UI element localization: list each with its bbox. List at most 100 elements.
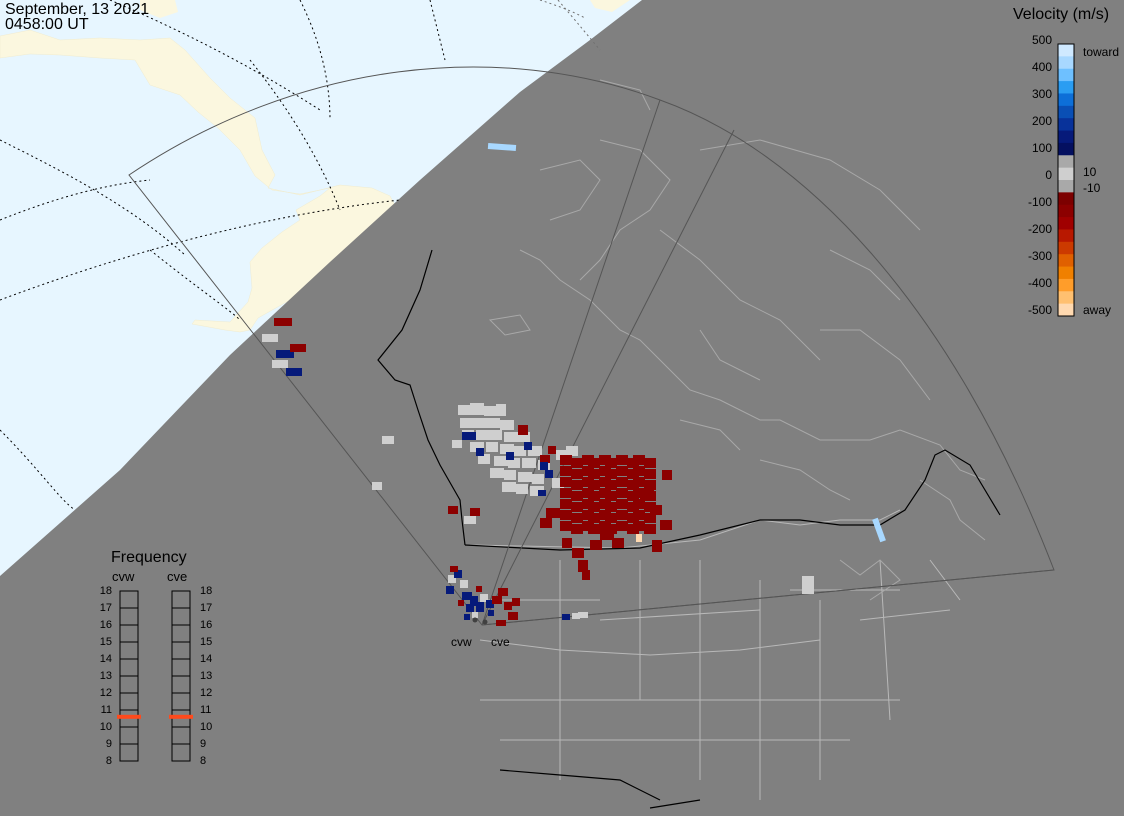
radar-cell [290, 344, 306, 352]
colorbar-label-toward: toward [1083, 45, 1120, 59]
radar-cell [616, 510, 628, 520]
colorbar-label-away: away [1083, 303, 1112, 317]
radar-cell [476, 602, 484, 612]
frequency-marker-cvw [117, 714, 141, 719]
radar-cell [464, 614, 470, 620]
radar-cell [382, 438, 392, 444]
radar-cell [496, 404, 506, 416]
colorbar-segment [1058, 266, 1074, 280]
radar-cell [616, 477, 628, 487]
radar-cell [616, 521, 628, 531]
frequency-marker-cve [169, 714, 193, 719]
radar-cell [474, 418, 486, 428]
radar-cell [504, 432, 518, 442]
radar-cell [450, 566, 458, 572]
colorbar-segment [1058, 68, 1074, 82]
radar-cell [588, 524, 600, 534]
radar-cell [532, 474, 544, 484]
colorbar-segment [1058, 56, 1074, 70]
radar-cell [802, 576, 814, 594]
radar-cell [633, 455, 645, 465]
radar-cell [571, 513, 583, 523]
timestamp-time: 0458:00 UT [5, 16, 89, 33]
radar-cell [476, 430, 490, 440]
radar-cell [560, 466, 572, 476]
radar-cell [496, 620, 506, 626]
radar-cell [490, 430, 502, 440]
radar-cell [571, 524, 583, 534]
frequency-tick-label: 8 [200, 755, 207, 767]
radar-cell [498, 588, 508, 596]
radar-cell [472, 612, 478, 618]
frequency-tick-label: 15 [99, 636, 112, 648]
frequency-tick-label: 16 [200, 619, 213, 631]
colorbar-tick-label: 400 [1031, 60, 1052, 74]
frequency-tick-label: 13 [200, 670, 213, 682]
frequency-tick-label: 10 [99, 721, 112, 733]
radar-cell [518, 425, 528, 435]
colorbar-segment [1058, 105, 1074, 119]
radar-cell [571, 502, 583, 512]
radar-cell [560, 499, 572, 509]
colorbar-segment [1058, 155, 1074, 169]
radar-cell [571, 458, 583, 468]
radar-cell [500, 420, 514, 430]
frequency-tick-label: 12 [99, 687, 112, 699]
radar-cell [546, 508, 560, 518]
radar-cell [508, 612, 518, 620]
colorbar-segment [1058, 241, 1074, 255]
radar-cell [506, 452, 514, 460]
radar-cell [560, 488, 572, 498]
radar-cell [484, 406, 496, 416]
radar-cell [636, 534, 642, 542]
radar-cell [640, 490, 654, 500]
radar-cell [571, 480, 583, 490]
radar-cell [524, 442, 532, 450]
frequency-label-cve: cve [167, 569, 188, 584]
radar-cell [458, 405, 470, 415]
radar-cell [616, 455, 628, 465]
radar-cell [540, 455, 550, 463]
colorbar-segment [1058, 142, 1074, 156]
radar-cell [571, 491, 583, 501]
frequency-tick-label: 17 [99, 602, 112, 614]
radar-cell [460, 418, 474, 428]
radar-cell [616, 466, 628, 476]
radar-cell [460, 580, 468, 588]
colorbar-title: Velocity (m/s) [1013, 6, 1110, 23]
colorbar-tick-label: -100 [1027, 195, 1052, 209]
colorbar-label-pos: 10 [1083, 165, 1097, 179]
radar-cell [462, 432, 476, 440]
colorbar-label-neg: -10 [1083, 181, 1101, 195]
colorbar-tick-label: 300 [1031, 87, 1052, 101]
radar-cell [458, 600, 464, 606]
radar-cell [274, 318, 292, 326]
frequency-tick-label: 18 [99, 585, 112, 597]
frequency-tick-label: 14 [99, 653, 112, 665]
frequency-tick-label: 18 [200, 585, 213, 597]
colorbar-segment [1058, 167, 1074, 181]
colorbar-tick-label: 200 [1031, 114, 1052, 128]
radar-cell [512, 598, 520, 606]
radar-cell [650, 505, 662, 515]
radar-cell [616, 499, 628, 509]
radar-cell [470, 403, 484, 415]
station-label-cvw: cvw [451, 635, 472, 649]
radar-cell [562, 538, 572, 548]
radar-cell [448, 506, 458, 514]
radar-cell [470, 508, 480, 516]
radar-cell [633, 466, 645, 476]
colorbar-segment [1058, 118, 1074, 132]
radar-cell [548, 446, 556, 454]
frequency-title: Frequency [111, 549, 187, 566]
colorbar-tick-label: -200 [1027, 222, 1052, 236]
frequency-tick-label: 11 [100, 704, 112, 716]
radar-cell [464, 516, 476, 524]
radar-cell [476, 448, 484, 456]
frequency-label-cvw: cvw [112, 569, 135, 584]
radar-cell [504, 602, 512, 610]
radar-cell [560, 521, 572, 531]
frequency-tick-label: 15 [200, 636, 213, 648]
colorbar-tick-label: -500 [1027, 303, 1052, 317]
frequency-tick-label: 16 [99, 619, 112, 631]
